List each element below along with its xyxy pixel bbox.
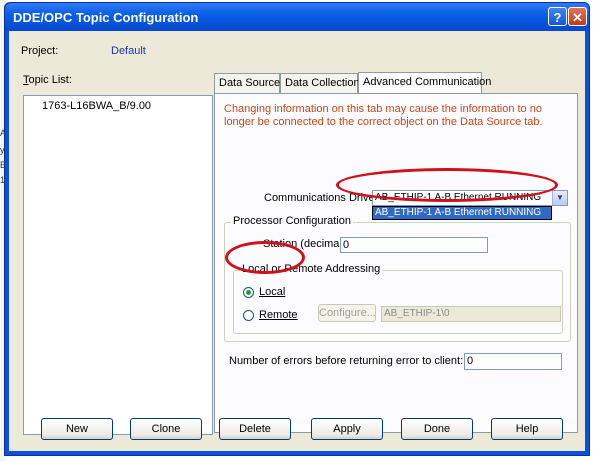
communications-driver-combo[interactable]: AB_ETHIP-1 A-B Ethernet RUNNING ▼: [372, 190, 568, 206]
topic-list-label-rest: opic List:: [28, 74, 72, 86]
communications-driver-label: Communications Driver:: [264, 192, 382, 204]
station-label: Station (decimal):: [263, 238, 349, 250]
dialog-body: Project: Default Topic List: 1763-L16BWA…: [9, 31, 585, 451]
remote-label[interactable]: Remote: [259, 309, 298, 321]
errors-label: Number of errors before returning error …: [229, 355, 464, 367]
topic-listbox[interactable]: 1763-L16BWA_B/9.00: [23, 95, 213, 435]
errors-input[interactable]: 0: [464, 353, 562, 370]
window-title: DDE/OPC Topic Configuration: [13, 10, 199, 25]
topic-configuration-dialog: DDE/OPC Topic Configuration ? ✕ Project:…: [4, 2, 590, 456]
local-label[interactable]: Local: [259, 286, 285, 298]
topic-list-label: Topic List:: [23, 74, 72, 86]
close-icon: ✕: [572, 10, 583, 25]
station-input[interactable]: 0: [340, 237, 488, 253]
local-radio[interactable]: [243, 287, 254, 298]
driver-option-selected[interactable]: AB_ETHIP-1 A-B Ethernet RUNNING: [373, 207, 551, 219]
apply-button[interactable]: Apply: [311, 418, 383, 440]
communications-driver-dropdown: AB_ETHIP-1 A-B Ethernet RUNNING: [372, 206, 552, 220]
tab-label: Advanced Communication: [363, 76, 492, 88]
title-bar[interactable]: DDE/OPC Topic Configuration ? ✕: [5, 3, 589, 31]
remote-path-field: AB_ETHIP-1\0: [381, 306, 561, 322]
processor-configuration-group: Processor Configuration Station (decimal…: [224, 215, 571, 342]
tab-data-source[interactable]: Data Source: [214, 73, 280, 93]
radio-selected-dot: [246, 290, 251, 295]
tab-label: Data Source: [219, 77, 281, 89]
tab-advanced-communication[interactable]: Advanced Communication: [358, 72, 491, 94]
local-remote-addressing-group: Local or Remote Addressing Local Remote …: [233, 263, 563, 334]
communications-driver-value: AB_ETHIP-1 A-B Ethernet RUNNING: [375, 192, 542, 203]
addressing-group-title: Local or Remote Addressing: [240, 263, 383, 275]
help-button[interactable]: Help: [491, 418, 563, 440]
help-title-button[interactable]: ?: [548, 7, 567, 26]
delete-button[interactable]: Delete: [219, 418, 291, 440]
advanced-communication-panel: Changing information on this tab may cau…: [214, 93, 578, 433]
tab-label: Data Collection: [285, 77, 360, 89]
warning-message: Changing information on this tab may cau…: [224, 103, 543, 128]
done-button[interactable]: Done: [401, 418, 473, 440]
processor-configuration-title: Processor Configuration: [231, 215, 354, 227]
project-value: Default: [111, 45, 146, 57]
project-label: Project:: [21, 45, 59, 57]
tab-data-collection[interactable]: Data Collection: [280, 73, 360, 93]
topic-list-item[interactable]: 1763-L16BWA_B/9.00: [42, 100, 151, 112]
new-button[interactable]: New: [41, 418, 113, 440]
question-mark-icon: ?: [553, 10, 562, 25]
close-button[interactable]: ✕: [568, 7, 587, 26]
clone-button[interactable]: Clone: [130, 418, 202, 440]
remote-radio[interactable]: [243, 310, 254, 321]
configure-button[interactable]: Configure...: [318, 304, 376, 322]
chevron-down-icon[interactable]: ▼: [552, 191, 567, 205]
